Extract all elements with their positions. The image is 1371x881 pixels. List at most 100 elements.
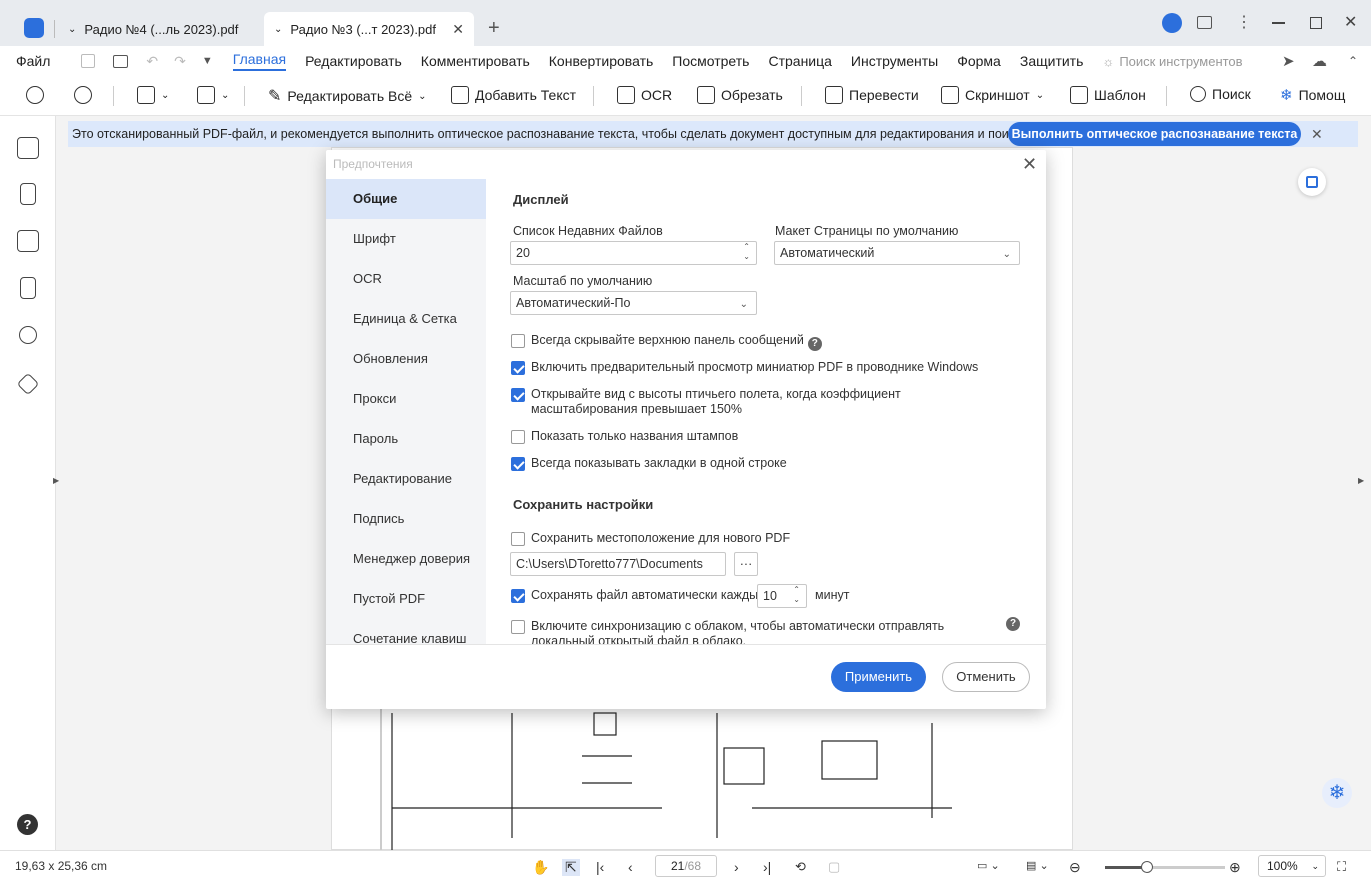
stepper-arrows-icon[interactable]: ⌃ ⌄	[743, 242, 750, 262]
thumbnails-icon[interactable]	[17, 137, 39, 159]
thumbnail-preview-checkbox[interactable]	[511, 361, 525, 375]
menu-convert[interactable]: Конвертировать	[549, 53, 654, 69]
rotate-icon[interactable]: ⟲	[795, 859, 806, 875]
feedback-icon[interactable]	[1197, 16, 1212, 29]
save-location-checkbox[interactable]	[511, 532, 525, 546]
menu-comment[interactable]: Комментировать	[421, 53, 530, 69]
nav-signature[interactable]: Подпись	[326, 499, 486, 539]
menu-edit[interactable]: Редактировать	[305, 53, 402, 69]
menu-home[interactable]: Главная	[232, 51, 287, 71]
zoom-in-icon[interactable]: ⊕	[1229, 859, 1241, 876]
menu-view[interactable]: Посмотреть	[672, 53, 749, 69]
default-zoom-select[interactable]: Автоматический-По ⌄	[510, 291, 757, 315]
add-text-button[interactable]: Добавить Текст	[451, 86, 576, 104]
menu-file[interactable]: Файл	[16, 53, 50, 69]
stamp-names-checkbox[interactable]	[511, 430, 525, 444]
zoom-in-button[interactable]	[74, 86, 92, 104]
run-ocr-button[interactable]: Выполнить оптическое распознавание текст…	[1008, 122, 1301, 146]
account-icon[interactable]	[1162, 13, 1182, 33]
last-page-icon[interactable]: ›|	[763, 859, 771, 875]
undo-icon[interactable]: ↶	[146, 53, 158, 70]
nav-units-grid[interactable]: Единица & Сетка	[326, 299, 486, 339]
comment-icon[interactable]	[17, 230, 39, 252]
next-page-icon[interactable]: ›	[734, 859, 739, 875]
redo-icon[interactable]: ↷	[174, 53, 186, 70]
help-button[interactable]: ❄ Помощ	[1280, 86, 1345, 104]
highlight-tool-button[interactable]: ⌄	[137, 86, 169, 104]
fit-screen-icon[interactable]: ⛶	[1337, 859, 1346, 875]
page-layout-icon[interactable]: ▭ ⌄	[977, 859, 1000, 872]
bookmark-icon[interactable]	[20, 183, 36, 205]
tab-radio-4[interactable]: ⌄ Радио №4 (...ль 2023).pdf	[58, 12, 256, 46]
help-circle-icon[interactable]: ?	[17, 814, 38, 835]
menu-page[interactable]: Страница	[768, 53, 831, 69]
birds-eye-view-checkbox[interactable]	[511, 388, 525, 402]
search-button[interactable]: Поиск	[1190, 86, 1251, 102]
translate-button[interactable]: Перевести	[825, 86, 919, 104]
nav-shortcuts[interactable]: Сочетание клавиш	[326, 619, 486, 644]
expand-panel-icon[interactable]: ▶	[53, 476, 59, 485]
prev-page-icon[interactable]: ‹	[628, 859, 633, 875]
nav-password[interactable]: Пароль	[326, 419, 486, 459]
screenshot-button[interactable]: Скриншот ⌄	[941, 86, 1044, 104]
nav-editing[interactable]: Редактирование	[326, 459, 486, 499]
view-mode-icon[interactable]: ▤ ⌄	[1026, 859, 1049, 872]
more-icon[interactable]: ⋮	[1236, 12, 1252, 32]
layers-icon[interactable]	[16, 372, 40, 396]
select-tool-icon[interactable]: ⇱	[562, 859, 580, 876]
stepper-arrows-icon[interactable]: ⌃ ⌄	[793, 585, 800, 605]
search-panel-icon[interactable]	[19, 326, 37, 344]
menu-tools[interactable]: Инструменты	[851, 53, 938, 69]
close-window-button[interactable]: ✕	[1344, 12, 1357, 32]
zoom-slider[interactable]	[1105, 861, 1225, 873]
menu-form[interactable]: Форма	[957, 53, 1001, 69]
crop-button[interactable]: Обрезать	[697, 86, 783, 104]
share-icon[interactable]: ➤	[1282, 52, 1295, 70]
ocr-button[interactable]: OCR	[617, 86, 672, 104]
zoom-out-button[interactable]	[26, 86, 44, 104]
cloud-upload-icon[interactable]: ☁	[1312, 52, 1327, 70]
template-button[interactable]: Шаблон	[1070, 86, 1146, 104]
fullscreen-page-icon[interactable]: ▢	[828, 859, 840, 875]
autosave-interval-stepper[interactable]: 10 ⌃ ⌄	[757, 584, 807, 608]
nav-proxy[interactable]: Прокси	[326, 379, 486, 419]
print-icon[interactable]	[113, 54, 129, 68]
hand-tool-icon[interactable]: ✋	[532, 859, 549, 876]
close-tab-icon[interactable]: ✕	[452, 21, 464, 38]
recent-files-stepper[interactable]: 20 ⌃ ⌄	[510, 241, 757, 265]
menu-protect[interactable]: Защитить	[1020, 53, 1084, 69]
page-layout-select[interactable]: Автоматический ⌄	[774, 241, 1020, 265]
page-number-input[interactable]: 21/68	[655, 855, 717, 877]
nav-ocr[interactable]: OCR	[326, 259, 486, 299]
tool-search-input[interactable]: Поиск инструментов	[1119, 54, 1242, 69]
nav-general[interactable]: Общие	[326, 179, 486, 219]
edit-all-button[interactable]: ✎ Редактировать Всё ⌄	[268, 86, 427, 106]
maximize-button[interactable]	[1310, 17, 1322, 29]
collapse-right-panel-icon[interactable]: ▶	[1358, 476, 1364, 485]
shape-tool-button[interactable]: ⌄	[197, 86, 229, 104]
apply-button[interactable]: Применить	[831, 662, 926, 692]
tab-radio-3[interactable]: ⌄ Радио №3 (...т 2023).pdf ✕	[264, 12, 474, 46]
cloud-sync-checkbox[interactable]	[511, 620, 525, 634]
new-tab-button[interactable]: +	[488, 17, 500, 40]
minimize-button[interactable]	[1272, 22, 1285, 24]
fit-page-icon[interactable]	[1298, 168, 1326, 196]
browse-button[interactable]: ···	[734, 552, 758, 576]
quick-access-dropdown-icon[interactable]: ▼	[202, 55, 213, 67]
nav-updates[interactable]: Обновления	[326, 339, 486, 379]
help-icon[interactable]: ?	[1006, 617, 1020, 631]
close-banner-icon[interactable]: ✕	[1311, 126, 1323, 143]
nav-trust-manager[interactable]: Менеджер доверия	[326, 539, 486, 579]
zoom-out-icon[interactable]: ⊖	[1069, 859, 1081, 876]
save-path-input[interactable]: C:\Users\DToretto777\Documents	[510, 552, 726, 576]
first-page-icon[interactable]: |‹	[596, 859, 604, 875]
cancel-button[interactable]: Отменить	[942, 662, 1030, 692]
help-icon[interactable]: ?	[807, 337, 822, 351]
attachment-icon[interactable]	[20, 277, 36, 299]
nav-font[interactable]: Шрифт	[326, 219, 486, 259]
ai-assistant-icon[interactable]: ❄	[1322, 778, 1352, 808]
save-icon[interactable]	[81, 54, 96, 68]
autosave-checkbox[interactable]	[511, 589, 525, 603]
collapse-ribbon-icon[interactable]: ⌃	[1348, 54, 1358, 68]
nav-blank-pdf[interactable]: Пустой PDF	[326, 579, 486, 619]
